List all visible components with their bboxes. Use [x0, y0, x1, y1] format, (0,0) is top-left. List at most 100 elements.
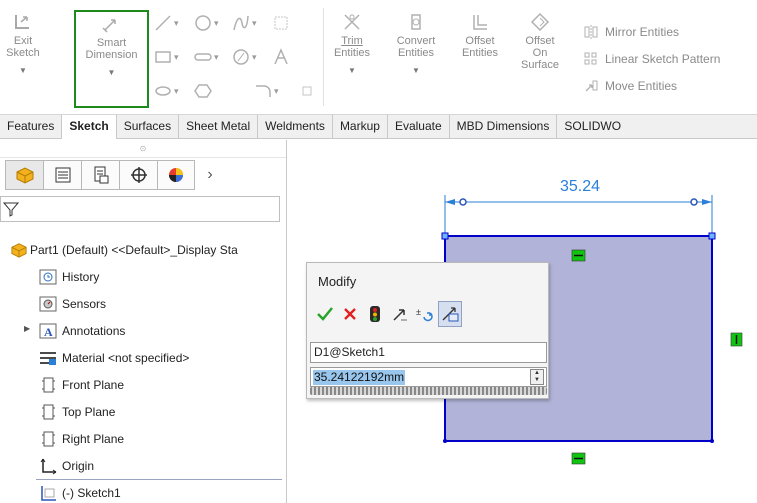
- move-entities-button[interactable]: Move Entities: [584, 72, 754, 99]
- fillet-dropdown-icon[interactable]: ▾: [274, 86, 279, 97]
- rebuild-button[interactable]: [363, 301, 387, 327]
- slot-tool-group[interactable]: ▾: [194, 48, 219, 66]
- polygon-b-tool-group[interactable]: [194, 84, 212, 98]
- mirror-entities-button[interactable]: Mirror Entities: [584, 18, 754, 45]
- ok-button[interactable]: [313, 301, 337, 327]
- cancel-button[interactable]: [338, 301, 362, 327]
- sketch-point-top-right[interactable]: [708, 232, 716, 240]
- dimension-value-label[interactable]: 35.24: [560, 178, 600, 195]
- tab-features[interactable]: Features: [0, 115, 63, 139]
- material-icon: [38, 349, 58, 367]
- polygon-dropdown-icon[interactable]: ▾: [252, 52, 257, 63]
- text-tool[interactable]: [272, 48, 290, 66]
- offset-label-1: Offset: [465, 35, 495, 47]
- mark-dimension-button[interactable]: [438, 301, 462, 327]
- value-spinner[interactable]: ▲ ▼: [530, 369, 544, 385]
- tab-feature-manager[interactable]: [5, 160, 43, 190]
- exit-sketch-dropdown-icon[interactable]: ▼: [4, 65, 42, 77]
- tab-sketch[interactable]: Sketch: [62, 115, 117, 139]
- tree-item-top-plane[interactable]: Top Plane: [0, 398, 287, 425]
- tree-root-part[interactable]: Part1 (Default) <<Default>_Display Sta: [10, 242, 238, 258]
- tab-dimxpert-manager[interactable]: [119, 160, 157, 190]
- tree-item-label: Origin: [62, 458, 95, 473]
- tab-weldments[interactable]: Weldments: [258, 115, 333, 139]
- tree-item-sensors[interactable]: Sensors: [0, 290, 287, 317]
- linear-sketch-pattern-button[interactable]: Linear Sketch Pattern: [584, 45, 754, 72]
- text-icon: [274, 48, 288, 65]
- tab-property-manager[interactable]: [43, 160, 81, 190]
- value-thumbwheel[interactable]: [310, 387, 547, 395]
- ellipse-dropdown-icon[interactable]: ▾: [174, 86, 179, 97]
- horizontal-relation-icon-bottom[interactable]: [571, 452, 586, 465]
- reset-spin-increment-button[interactable]: [388, 301, 412, 327]
- circle-tool-group[interactable]: ▾: [194, 14, 219, 32]
- exit-sketch-button[interactable]: Exit Sketch ▼: [4, 12, 42, 77]
- tab-mbd-dimensions[interactable]: MBD Dimensions: [450, 115, 558, 139]
- offset-on-surface-button[interactable]: Offset On Surface: [518, 12, 562, 71]
- tab-configuration-manager[interactable]: [81, 160, 119, 190]
- tab-sheet-metal[interactable]: Sheet Metal: [179, 115, 259, 139]
- ribbon-separator: [323, 8, 324, 106]
- annotations-icon: A: [38, 322, 58, 340]
- smart-dimension-button[interactable]: Smart Dimension ▼: [74, 10, 149, 108]
- tab-solidworks-addins[interactable]: SOLIDWO: [557, 115, 628, 139]
- rectangle-icon: [155, 51, 171, 63]
- circle-dropdown-icon[interactable]: ▾: [214, 18, 219, 29]
- fillet-tool-group[interactable]: ▾: [254, 84, 279, 98]
- convert-label-1: Convert: [396, 35, 436, 47]
- point-tool[interactable]: [272, 14, 290, 32]
- trim-dropdown-icon[interactable]: ▼: [332, 65, 372, 77]
- sketch-point-bottom-left[interactable]: [443, 439, 447, 443]
- tree-filter-field[interactable]: [0, 196, 280, 222]
- smart-dimension-dropdown-icon[interactable]: ▼: [76, 67, 147, 79]
- tab-markup[interactable]: Markup: [333, 115, 388, 139]
- spline-tool-group[interactable]: ▾: [232, 14, 257, 32]
- tree-item-origin[interactable]: Origin: [0, 452, 287, 479]
- tree-item-material[interactable]: Material <not specified>: [0, 344, 287, 371]
- dimension-name-field[interactable]: D1@Sketch1: [310, 342, 547, 363]
- tree-item-front-plane[interactable]: Front Plane: [0, 371, 287, 398]
- rectangle-dropdown-icon[interactable]: ▾: [174, 52, 179, 63]
- tree-item-annotations[interactable]: ▶ A Annotations: [0, 317, 287, 344]
- ribbon-entity-list: Mirror Entities Linear Sketch Pattern Mo…: [584, 18, 754, 99]
- polygon-tool-group[interactable]: ▾: [232, 48, 257, 66]
- linear-pattern-icon: [584, 52, 597, 64]
- tree-item-label: (-) Sketch1: [62, 485, 121, 500]
- spline-dropdown-icon[interactable]: ▾: [252, 18, 257, 29]
- vertical-relation-icon[interactable]: [730, 332, 743, 347]
- trim-entities-icon: [344, 14, 360, 30]
- tree-item-right-plane[interactable]: Right Plane: [0, 425, 287, 452]
- tree-item-sketch1[interactable]: (-) Sketch1: [0, 479, 287, 503]
- offset-entities-button[interactable]: Offset Entities: [458, 12, 502, 59]
- tab-surfaces[interactable]: Surfaces: [117, 115, 180, 139]
- trim-entities-button[interactable]: Trim Entities ▼: [332, 12, 372, 77]
- sketch-point-top-left[interactable]: [441, 232, 449, 240]
- rectangle-tool-group[interactable]: ▾: [154, 48, 179, 66]
- smart-dimension-label-2: Dimension: [85, 49, 138, 61]
- tab-display-manager[interactable]: [157, 160, 195, 190]
- reverse-dimension-button[interactable]: ±: [413, 301, 437, 327]
- convert-dropdown-icon[interactable]: ▼: [394, 65, 438, 77]
- slot-dropdown-icon[interactable]: ▾: [214, 52, 219, 63]
- panel-tabs-more-button[interactable]: ›: [195, 160, 225, 190]
- panel-collapse-grip[interactable]: ⊙: [0, 140, 286, 158]
- line-tool-group[interactable]: ▾: [154, 14, 179, 32]
- dimension-value-text[interactable]: 35.24122192mm: [313, 370, 406, 385]
- offset-entities-icon: [473, 15, 487, 30]
- tree-item-label: Top Plane: [62, 404, 116, 419]
- feature-manager-icon: [16, 167, 33, 184]
- ellipse-tool-group[interactable]: ▾: [154, 84, 179, 98]
- convert-entities-button[interactable]: Convert Entities ▼: [394, 12, 438, 77]
- tree-item-history[interactable]: History: [0, 263, 287, 290]
- horizontal-relation-icon[interactable]: [571, 249, 586, 262]
- plane-tool[interactable]: [302, 86, 312, 96]
- line-dropdown-icon[interactable]: ▾: [174, 18, 179, 29]
- smart-dimension-label-1: Smart: [96, 37, 127, 49]
- expand-arrow-icon[interactable]: ▶: [24, 324, 30, 333]
- sketch-point-bottom-right[interactable]: [710, 439, 714, 443]
- dimension-handle-left[interactable]: [459, 198, 467, 206]
- tab-evaluate[interactable]: Evaluate: [388, 115, 450, 139]
- exit-sketch-label-1: Exit: [13, 35, 33, 47]
- dimension-value-field[interactable]: 35.24122192mm ▲ ▼: [310, 367, 547, 387]
- dimension-handle-right[interactable]: [690, 198, 698, 206]
